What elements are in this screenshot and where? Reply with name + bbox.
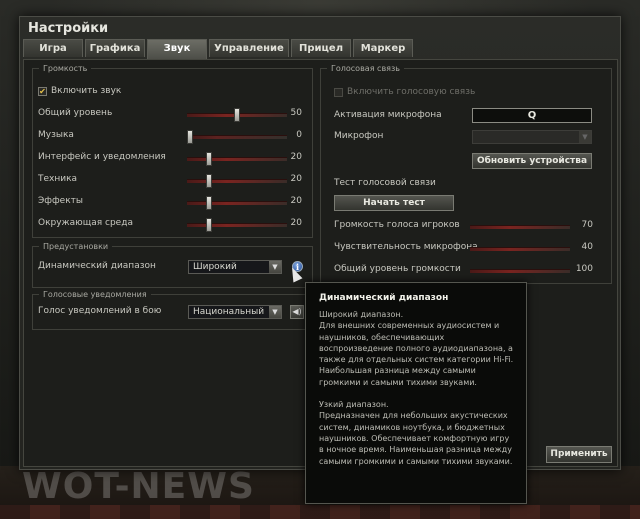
slider-label: Громкость голоса игроков [334,220,460,230]
slider-value: 20 [290,218,302,228]
dynamic-range-value: Широкий [193,262,237,272]
volume-legend: Громкость [43,64,88,73]
enable-sound-checkbox[interactable]: ✔ [38,87,47,96]
total-voice-volume-slider[interactable] [470,269,570,273]
voice-chat-legend: Голосовая связь [331,64,400,73]
music-volume-slider[interactable] [187,130,287,144]
slider-value: 20 [290,196,302,206]
chevron-down-icon: ▼ [579,131,591,143]
voice-notifications-dropdown[interactable]: Национальный ▼ [188,305,282,319]
apply-button[interactable]: Применить [546,446,612,463]
vehicle-volume-slider[interactable] [187,174,287,188]
slider-value: 0 [296,130,302,140]
game-bottom-strip [0,505,640,519]
mic-activation-key-field[interactable]: Q [472,108,592,123]
slider-value: 40 [581,242,593,252]
slider-value: 20 [290,152,302,162]
tooltip-title: Динамический диапазон [319,293,449,303]
slider-label: Эффекты [38,196,83,206]
voice-notifications-label: Голос уведомлений в бою [38,306,162,316]
slider-label: Техника [38,174,78,184]
slider-label: Общий уровень [38,108,113,118]
slider-value: 70 [581,220,593,230]
slider-value: 50 [290,108,302,118]
tab-sight[interactable]: Прицел [291,39,351,57]
slider-knob[interactable] [206,152,212,166]
tab-graphics[interactable]: Графика [85,39,145,57]
slider-value: 100 [575,264,593,274]
ambient-volume-slider[interactable] [187,218,287,232]
chevron-down-icon: ▼ [269,306,281,318]
dynamic-range-tooltip: Динамический диапазон Широкий диапазон. … [305,282,527,504]
refresh-devices-button[interactable]: Обновить устройства [472,153,592,169]
players-voice-slider[interactable] [470,225,570,229]
slider-knob[interactable] [206,218,212,232]
voice-test-label: Тест голосовой связи [334,178,436,188]
enable-sound-label: Включить звук [51,86,122,96]
speaker-icon[interactable]: ◀) [290,305,304,319]
dynamic-range-label: Динамический диапазон [38,261,156,271]
slider-label: Музыка [38,130,74,140]
tooltip-paragraph-narrow: Узкий диапазон. Предназначен для небольш… [319,400,513,466]
interface-volume-slider[interactable] [187,152,287,166]
master-volume-slider[interactable] [187,108,287,122]
slider-label: Интерфейс и уведомления [38,152,166,162]
tab-game[interactable]: Игра [23,39,83,57]
tab-sound[interactable]: Звук [147,39,207,59]
effects-volume-slider[interactable] [187,196,287,210]
tooltip-paragraph-wide: Широкий диапазон. Для внешних современны… [319,310,514,387]
mic-activation-label: Активация микрофона [334,110,442,120]
watermark: WOT-NEWS [22,466,255,507]
presets-legend: Предустановки [43,242,109,251]
slider-label: Окружающая среда [38,218,133,228]
slider-knob[interactable] [187,130,193,144]
microphone-dropdown[interactable]: ▼ [472,130,592,144]
voice-notifications-value: Национальный [193,307,265,317]
start-test-button[interactable]: Начать тест [334,195,454,211]
tab-controls[interactable]: Управление [209,39,289,57]
mic-sensitivity-slider[interactable] [470,247,570,251]
enable-voice-label: Включить голосовую связь [347,87,476,97]
slider-label: Общий уровень громкости [334,264,461,274]
slider-knob[interactable] [234,108,240,122]
notifications-legend: Голосовые уведомления [43,290,147,299]
tab-marker[interactable]: Маркер [353,39,413,57]
dynamic-range-dropdown[interactable]: Широкий ▼ [188,260,282,274]
slider-label: Чувствительность микрофона [334,242,478,252]
slider-value: 20 [290,174,302,184]
microphone-label: Микрофон [334,131,384,141]
chevron-down-icon: ▼ [269,261,281,273]
window-title: Настройки [28,21,109,36]
slider-knob[interactable] [206,196,212,210]
enable-voice-checkbox[interactable] [334,88,343,97]
tab-bar: Игра Графика Звук Управление Прицел Марк… [23,39,415,59]
slider-knob[interactable] [206,174,212,188]
